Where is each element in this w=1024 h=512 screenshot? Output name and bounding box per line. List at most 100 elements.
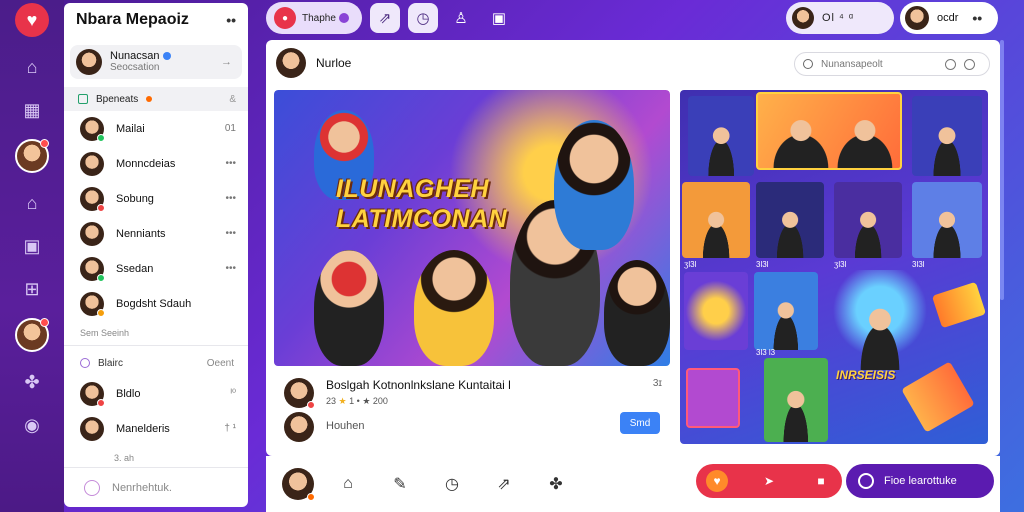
- scrollbar[interactable]: [1000, 40, 1004, 300]
- person-figure: [604, 260, 670, 366]
- section-row[interactable]: Bpeneats &: [64, 87, 248, 111]
- gallery-sticker: [931, 281, 987, 329]
- notification-icon[interactable]: ▣: [484, 3, 514, 33]
- gallery-tile[interactable]: [684, 272, 748, 350]
- home-icon[interactable]: ⌂: [19, 54, 45, 80]
- gallery-tile[interactable]: [754, 272, 818, 350]
- tab-badge: [338, 13, 349, 23]
- tile-caption: 3l3l: [912, 260, 925, 269]
- user-avatar-2[interactable]: [15, 318, 49, 352]
- settings-icon[interactable]: [964, 58, 975, 70]
- gallery-tile[interactable]: [686, 368, 740, 428]
- filter-icon[interactable]: [945, 58, 956, 70]
- person-figure: [847, 204, 889, 258]
- verified-icon: [162, 52, 171, 61]
- avatar[interactable]: [282, 468, 315, 501]
- gallery-tile[interactable]: [682, 182, 750, 258]
- gallery-tile[interactable]: [912, 182, 982, 258]
- contact-more-icon[interactable]: •••: [225, 158, 236, 169]
- main-feed: Nurloe ILUNAGHEH LATIMCONAN Boslgah Kotn…: [266, 40, 1000, 456]
- layout-icon[interactable]: ⊞: [19, 276, 45, 302]
- online-dot: [97, 133, 105, 142]
- contact-more-icon[interactable]: •••: [225, 228, 236, 239]
- contact-item[interactable]: Nenniants •••: [64, 216, 248, 251]
- feed-header: Nurloe: [266, 40, 1000, 86]
- profile-icon[interactable]: ♙: [446, 3, 476, 33]
- post-image[interactable]: ILUNAGHEH LATIMCONAN: [274, 90, 670, 366]
- online-dot: [97, 273, 105, 282]
- cta-button[interactable]: Fioe learottuke: [846, 464, 994, 498]
- puzzle-icon[interactable]: ✤: [19, 369, 45, 395]
- avatar[interactable]: [276, 48, 306, 78]
- sidebar-footer[interactable]: Nenrhehtuk.: [64, 467, 248, 507]
- contact-meta: † ¹: [224, 423, 236, 434]
- top-status-pill[interactable]: Ol ⁴ ᵅ: [786, 2, 894, 34]
- group-label: Blairc: [98, 357, 124, 369]
- person-figure: [926, 120, 968, 176]
- footer-label: Nenrhehtuk.: [112, 481, 172, 494]
- more-options-icon[interactable]: ••: [226, 12, 236, 28]
- section-label: Bpeneats: [96, 93, 139, 105]
- lock-icon[interactable]: ■: [810, 470, 832, 492]
- gallery-tile-featured[interactable]: [756, 92, 902, 170]
- contact-item[interactable]: Bogdsht Sdauh: [64, 286, 248, 321]
- user-name: ocdr: [937, 12, 959, 24]
- contact-item[interactable]: Ssedan •••: [64, 251, 248, 286]
- search-bar[interactable]: [794, 52, 990, 76]
- pen-icon[interactable]: ✎: [388, 472, 412, 496]
- person-figure: [926, 204, 968, 258]
- contact-name: Mailai: [116, 122, 145, 135]
- contact-item[interactable]: Bldlo ᴵ⁰: [64, 376, 248, 411]
- avatar[interactable]: [284, 378, 315, 409]
- contact-item[interactable]: Monncdeias •••: [64, 146, 248, 181]
- house-icon[interactable]: ⌂: [19, 190, 45, 216]
- contact-more-icon[interactable]: •••: [225, 263, 236, 274]
- contact-more-icon[interactable]: •••: [225, 193, 236, 204]
- post-stats: 23 ★ 1 • ★ 200: [326, 396, 388, 407]
- user-avatar[interactable]: [15, 139, 49, 173]
- group-meta: Oeent: [206, 357, 234, 369]
- section-action-icon[interactable]: &: [229, 94, 236, 105]
- person-figure: [554, 120, 634, 250]
- send-button[interactable]: Smd: [620, 412, 660, 434]
- unread-badge: [146, 96, 153, 102]
- home-icon[interactable]: ⌂: [336, 472, 360, 496]
- globe-icon[interactable]: ◉: [19, 412, 45, 438]
- sidebar-note: Sem Seeinh: [80, 328, 130, 338]
- gallery-banner: INRSEISIS: [836, 368, 896, 382]
- search-input[interactable]: [821, 58, 937, 70]
- share-icon[interactable]: ⇗: [492, 472, 516, 496]
- chevron-right-icon[interactable]: →: [221, 56, 232, 68]
- clock-icon[interactable]: ◷: [408, 3, 438, 33]
- gallery-tile[interactable]: [834, 182, 902, 258]
- more-options-icon[interactable]: ••: [972, 10, 982, 26]
- heart-icon[interactable]: ♥: [706, 470, 728, 492]
- search-icon: [803, 59, 813, 69]
- heart-logo-icon[interactable]: ♥: [15, 3, 49, 37]
- tab-active[interactable]: ● Thaphe: [266, 2, 362, 34]
- tile-caption: 3l3l: [756, 260, 769, 269]
- contact-item[interactable]: Sobung •••: [64, 181, 248, 216]
- puzzle-icon[interactable]: ✤: [544, 472, 568, 496]
- group-icon: [80, 358, 90, 368]
- send-icon[interactable]: ➤: [758, 470, 780, 492]
- gallery-tile[interactable]: [756, 182, 824, 258]
- gallery-tile[interactable]: [912, 96, 982, 176]
- gallery-tile[interactable]: [764, 358, 828, 442]
- contact-item[interactable]: Mailai 01: [64, 111, 248, 146]
- contact-name: Monncdeias: [116, 157, 176, 170]
- contact-item[interactable]: Manelderis † ¹: [64, 411, 248, 446]
- share-icon[interactable]: ⇗: [370, 3, 400, 33]
- tile-caption: 3l3 l3: [756, 348, 776, 357]
- profile-card[interactable]: Nunacsan Seocsation →: [70, 45, 242, 79]
- person-figure: [769, 204, 811, 258]
- clock-icon[interactable]: ◷: [440, 472, 464, 496]
- image-icon[interactable]: ▣: [19, 233, 45, 259]
- user-menu[interactable]: ocdr ••: [900, 2, 998, 34]
- gallery-tile[interactable]: [830, 270, 930, 370]
- reply-label[interactable]: Houhen: [326, 420, 365, 432]
- gallery-tile[interactable]: [688, 96, 754, 176]
- group-header[interactable]: Blairc Oeent: [64, 350, 248, 376]
- grid-icon[interactable]: ▦: [19, 97, 45, 123]
- post-count: 3ɪ: [652, 378, 662, 389]
